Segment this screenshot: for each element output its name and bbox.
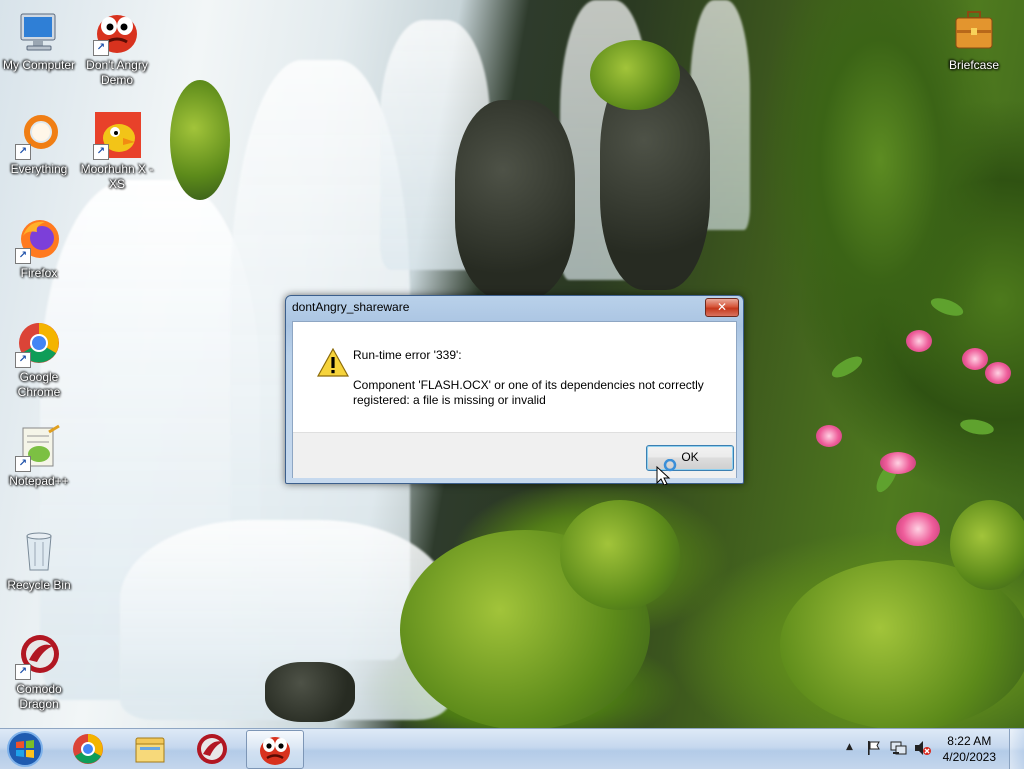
flower-shape bbox=[906, 330, 932, 352]
desktop-icon-comodo-dragon[interactable]: ↗ Comodo Dragon bbox=[0, 632, 78, 712]
flower-shape bbox=[985, 362, 1011, 384]
error-message: Component 'FLASH.OCX' or one of its depe… bbox=[353, 378, 704, 407]
leaf-shape bbox=[959, 417, 995, 437]
shortcut-arrow-icon: ↗ bbox=[93, 144, 109, 160]
notepadpp-icon: ↗ bbox=[15, 424, 63, 472]
action-center-flag-icon[interactable] bbox=[866, 740, 882, 759]
start-button[interactable] bbox=[4, 729, 46, 769]
chrome-icon: ↗ bbox=[15, 320, 63, 368]
comodo-dragon-icon bbox=[197, 734, 227, 764]
leaf-shape bbox=[828, 352, 866, 382]
angry-face-icon bbox=[260, 737, 290, 765]
shortcut-arrow-icon: ↗ bbox=[15, 248, 31, 264]
flower-shape bbox=[896, 512, 940, 546]
clock-time: 8:22 AM bbox=[947, 734, 992, 748]
dialog-titlebar[interactable]: dontAngry_shareware ✕ bbox=[286, 296, 743, 320]
desktop-icon-moorhuhn[interactable]: ↗ Moorhuhn X - XS bbox=[78, 112, 156, 192]
folder-icon bbox=[135, 737, 165, 763]
taskbar-explorer-button[interactable] bbox=[122, 730, 178, 767]
system-tray: ▲ bbox=[842, 729, 942, 769]
desktop-icon-briefcase[interactable]: Briefcase bbox=[935, 8, 1013, 73]
comodo-dragon-icon: ↗ bbox=[15, 632, 63, 680]
show-hidden-icons-button[interactable]: ▲ bbox=[846, 742, 853, 752]
flower-shape bbox=[816, 425, 842, 447]
moss-shape bbox=[950, 500, 1024, 590]
flower-shape bbox=[880, 452, 916, 474]
desktop-icon-everything[interactable]: ↗ Everything bbox=[0, 112, 78, 177]
moss-shape bbox=[590, 40, 680, 110]
everything-search-icon: ↗ bbox=[15, 112, 63, 160]
desktop-icon-firefox[interactable]: ↗ Firefox bbox=[0, 216, 78, 281]
desktop-icon-dont-angry-demo[interactable]: ↗ Don't Angry Demo bbox=[78, 8, 156, 88]
dialog-title: dontAngry_shareware bbox=[292, 300, 410, 314]
moss-shape bbox=[560, 500, 680, 610]
shortcut-arrow-icon: ↗ bbox=[15, 352, 31, 368]
dialog-client-area: Run-time error '339': Component 'FLASH.O… bbox=[292, 321, 737, 478]
desktop-icon-notepadpp[interactable]: ↗ Notepad++ bbox=[0, 424, 78, 489]
show-desktop-button[interactable] bbox=[1009, 729, 1024, 769]
briefcase-icon bbox=[950, 8, 998, 56]
shortcut-arrow-icon: ↗ bbox=[15, 664, 31, 680]
leaf-shape bbox=[928, 294, 966, 320]
shortcut-arrow-icon: ↗ bbox=[15, 456, 31, 472]
firefox-icon: ↗ bbox=[15, 216, 63, 264]
taskbar-comodo-dragon-button[interactable] bbox=[184, 730, 240, 767]
desktop-icon-google-chrome[interactable]: ↗ Google Chrome bbox=[0, 320, 78, 400]
clock-date: 4/20/2023 bbox=[942, 750, 996, 764]
close-icon: ✕ bbox=[716, 300, 728, 314]
shortcut-arrow-icon: ↗ bbox=[93, 40, 109, 56]
moss-shape bbox=[170, 80, 230, 200]
desktop-icon-my-computer[interactable]: My Computer bbox=[0, 8, 78, 73]
taskbar-chrome-button[interactable] bbox=[60, 730, 116, 767]
desktop-icon-recycle-bin[interactable]: Recycle Bin bbox=[0, 528, 78, 593]
network-icon[interactable] bbox=[890, 740, 908, 759]
windows-start-icon bbox=[7, 731, 43, 767]
error-heading: Run-time error '339': bbox=[353, 348, 462, 362]
shortcut-arrow-icon: ↗ bbox=[15, 144, 31, 160]
warning-icon bbox=[316, 347, 350, 378]
taskbar-clock[interactable]: 8:22 AM 4/20/2023 bbox=[943, 733, 996, 765]
angry-face-icon: ↗ bbox=[93, 8, 141, 56]
dialog-message-area: Run-time error '339': Component 'FLASH.O… bbox=[293, 322, 736, 432]
volume-muted-icon[interactable] bbox=[914, 740, 932, 759]
chrome-icon bbox=[73, 734, 103, 764]
moorhuhn-icon: ↗ bbox=[93, 112, 141, 160]
recycle-bin-icon bbox=[15, 528, 63, 576]
rock-shape bbox=[455, 100, 575, 300]
error-dialog: dontAngry_shareware ✕ Run-time error '33… bbox=[285, 295, 744, 484]
computer-icon bbox=[15, 8, 63, 56]
close-button[interactable]: ✕ bbox=[705, 298, 739, 317]
mouse-cursor-icon bbox=[656, 458, 677, 486]
taskbar: ▲ 8:22 AM 4/20/2023 bbox=[0, 728, 1024, 769]
flower-shape bbox=[962, 348, 988, 370]
taskbar-dont-angry-button[interactable] bbox=[246, 730, 304, 769]
rock-shape bbox=[265, 662, 355, 722]
